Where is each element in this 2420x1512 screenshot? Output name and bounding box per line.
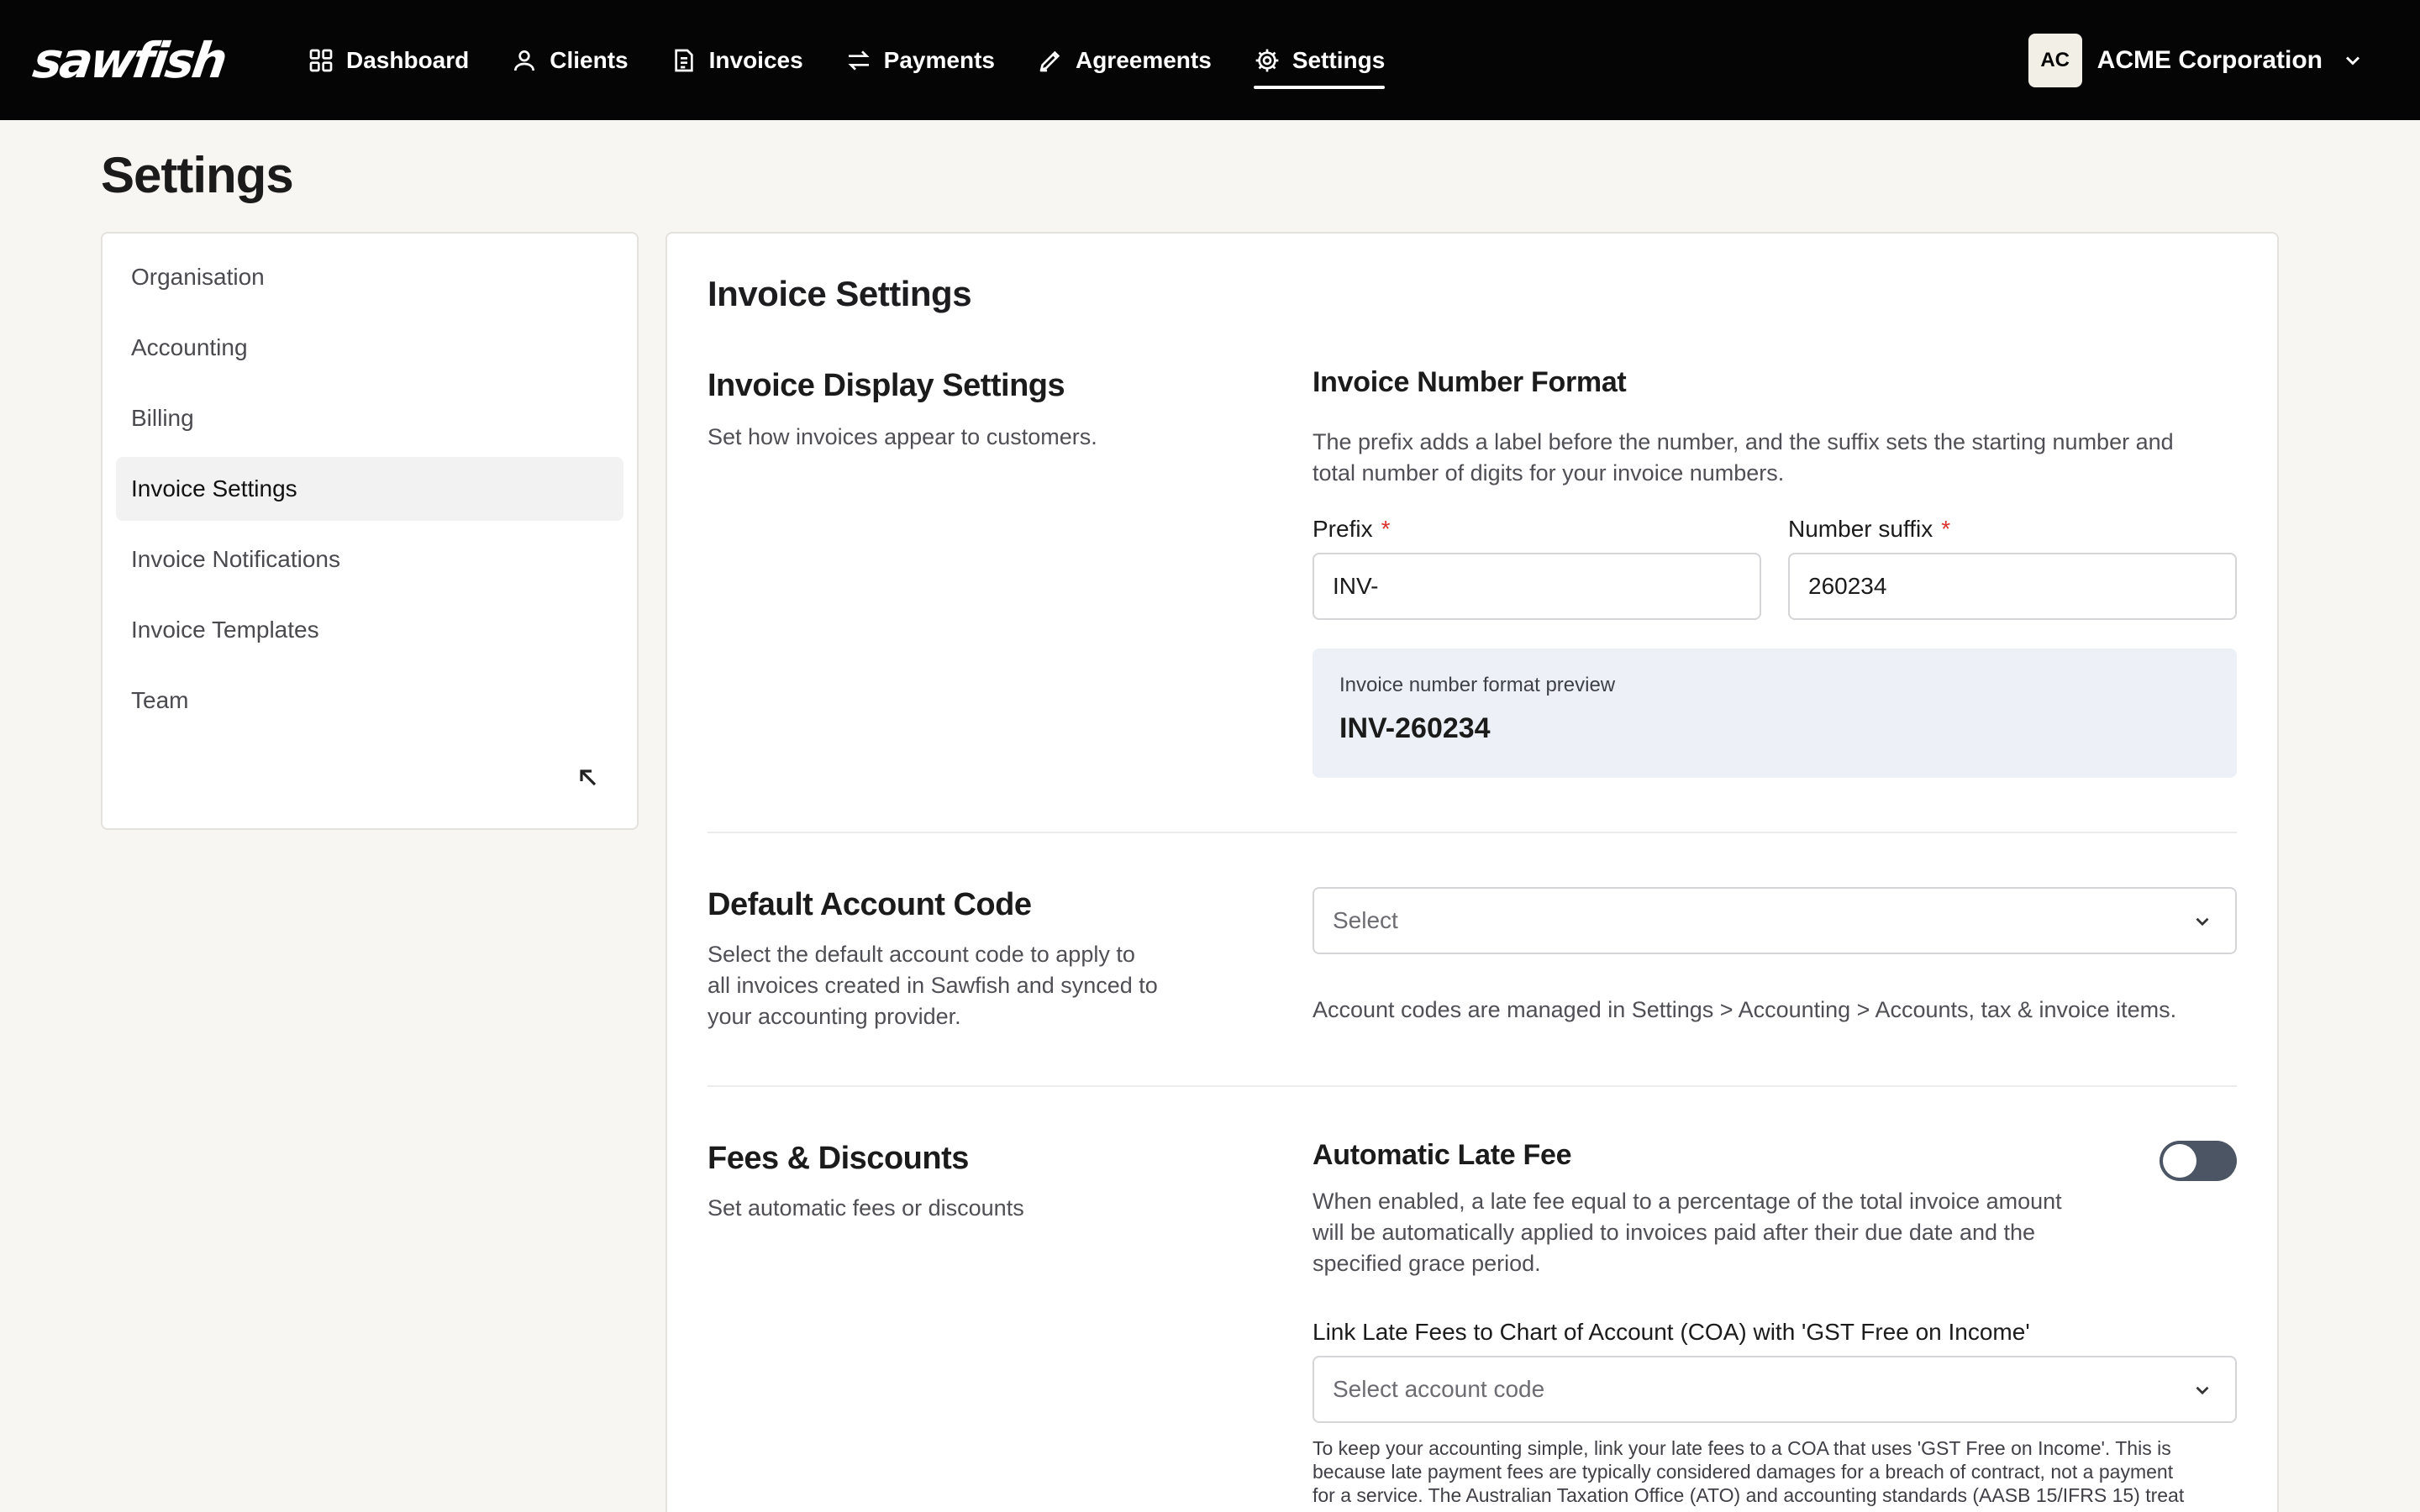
coa-help-line1: To keep your accounting simple, link you… [1313, 1437, 2171, 1459]
panel-title: Invoice Settings [708, 274, 972, 313]
number-format-preview: Invoice number format preview INV-260234 [1313, 648, 2237, 778]
invoice-settings-panel: Invoice Settings Invoice Display Setting… [666, 232, 2279, 1512]
collapse-sidebar-icon[interactable] [575, 764, 602, 791]
account-code-desc-line3: your accounting provider. [708, 1004, 961, 1029]
nav-item-dashboard[interactable]: Dashboard [308, 0, 469, 120]
suffix-label: Number suffix * [1788, 516, 1950, 543]
account-code-select[interactable]: Select [1313, 887, 2237, 954]
preview-value: INV-260234 [1339, 712, 1491, 744]
nav-item-label: Payments [883, 46, 995, 73]
section-divider [708, 1085, 2237, 1087]
number-format-desc-line2: total number of digits for your invoice … [1313, 460, 1785, 486]
nav-item-clients[interactable]: Clients [511, 0, 629, 120]
late-fee-desc-line3: specified grace period. [1313, 1251, 1541, 1276]
display-settings-title: Invoice Display Settings [708, 368, 1065, 403]
avatar: AC [2028, 34, 2082, 87]
late-fee-title: Automatic Late Fee [1313, 1139, 1572, 1171]
coa-account-select[interactable]: Select account code [1313, 1356, 2237, 1423]
prefix-label: Prefix * [1313, 516, 1390, 543]
nav-item-label: Settings [1292, 46, 1386, 73]
user-icon [514, 50, 535, 71]
number-format-title: Invoice Number Format [1313, 366, 1627, 398]
account-code-desc-line1: Select the default account code to apply… [708, 942, 1135, 967]
nav-item-invoices[interactable]: Invoices [671, 0, 803, 120]
invoice-icon [674, 49, 693, 71]
chevron-down-icon [2345, 56, 2360, 66]
nav-item-label: Invoices [708, 46, 803, 73]
sidebar-item-accounting[interactable]: Accounting [116, 316, 623, 380]
gear-icon [1255, 49, 1279, 71]
org-name: ACME Corporation [2096, 46, 2323, 74]
number-format-desc-line1: The prefix adds a label before the numbe… [1313, 429, 2174, 454]
sawfish-logo[interactable]: sawfish [29, 32, 229, 89]
sidebar-item-invoice-settings[interactable]: Invoice Settings [116, 457, 623, 521]
toggle-knob [2163, 1144, 2196, 1178]
nav-item-payments[interactable]: Payments [845, 0, 995, 120]
account-code-note: Account codes are managed in Settings > … [1313, 997, 2177, 1022]
late-fee-toggle[interactable] [2160, 1141, 2237, 1181]
sidebar-item-invoice-notifications[interactable]: Invoice Notifications [116, 528, 623, 591]
settings-sidebar: Organisation Accounting Billing Invoice … [101, 232, 639, 830]
nav-item-label: Clients [550, 46, 629, 73]
coa-label: Link Late Fees to Chart of Account (COA)… [1313, 1319, 2030, 1345]
suffix-label-text: Number suffix [1788, 516, 1933, 542]
required-mark: * [1381, 516, 1391, 542]
late-fee-desc-line2: will be automatically applied to invoice… [1313, 1220, 2036, 1245]
fees-title: Fees & Discounts [708, 1141, 969, 1176]
chevron-down-icon [2196, 1386, 2209, 1395]
account-code-desc-line2: all invoices created in Sawfish and sync… [708, 973, 1158, 998]
main-nav: Dashboard Clients Invoices Payments Agre… [308, 0, 1427, 120]
org-switcher[interactable]: AC ACME Corporation [2028, 34, 2365, 87]
grid-icon [309, 49, 333, 71]
number-suffix-input[interactable]: 260234 [1788, 553, 2237, 620]
prefix-label-text: Prefix [1313, 516, 1373, 542]
sidebar-item-team[interactable]: Team [116, 669, 623, 732]
section-divider [708, 832, 2237, 833]
prefix-input[interactable]: INV- [1313, 553, 1761, 620]
display-settings-desc: Set how invoices appear to customers. [708, 424, 1097, 449]
sidebar-item-organisation[interactable]: Organisation [116, 245, 623, 309]
arrows-icon [848, 50, 870, 71]
select-placeholder: Select account code [1333, 1376, 1545, 1402]
preview-label: Invoice number format preview [1339, 674, 1616, 696]
chevron-down-icon [2196, 917, 2209, 927]
coa-help-line2: because late payment fees are typically … [1313, 1461, 2174, 1483]
fees-desc: Set automatic fees or discounts [708, 1195, 1024, 1221]
late-fee-desc-line1: When enabled, a late fee equal to a perc… [1313, 1189, 2062, 1214]
nav-item-agreements[interactable]: Agreements [1037, 0, 1212, 120]
required-mark: * [1941, 516, 1951, 542]
account-code-title: Default Account Code [708, 887, 1032, 922]
nav-item-label: Dashboard [346, 46, 470, 73]
pen-icon [1039, 50, 1060, 71]
nav-item-settings[interactable]: Settings [1253, 0, 1386, 120]
coa-help-line3: for a service. The Australian Taxation O… [1313, 1484, 2185, 1506]
top-navigation-bar: sawfish Dashboard Clients Invoices Payme… [0, 0, 2420, 120]
nav-item-label: Agreements [1075, 46, 1212, 73]
select-placeholder: Select [1333, 907, 1398, 933]
sidebar-item-invoice-templates[interactable]: Invoice Templates [116, 598, 623, 662]
page-title: Settings [101, 147, 294, 203]
sidebar-item-billing[interactable]: Billing [116, 386, 623, 450]
